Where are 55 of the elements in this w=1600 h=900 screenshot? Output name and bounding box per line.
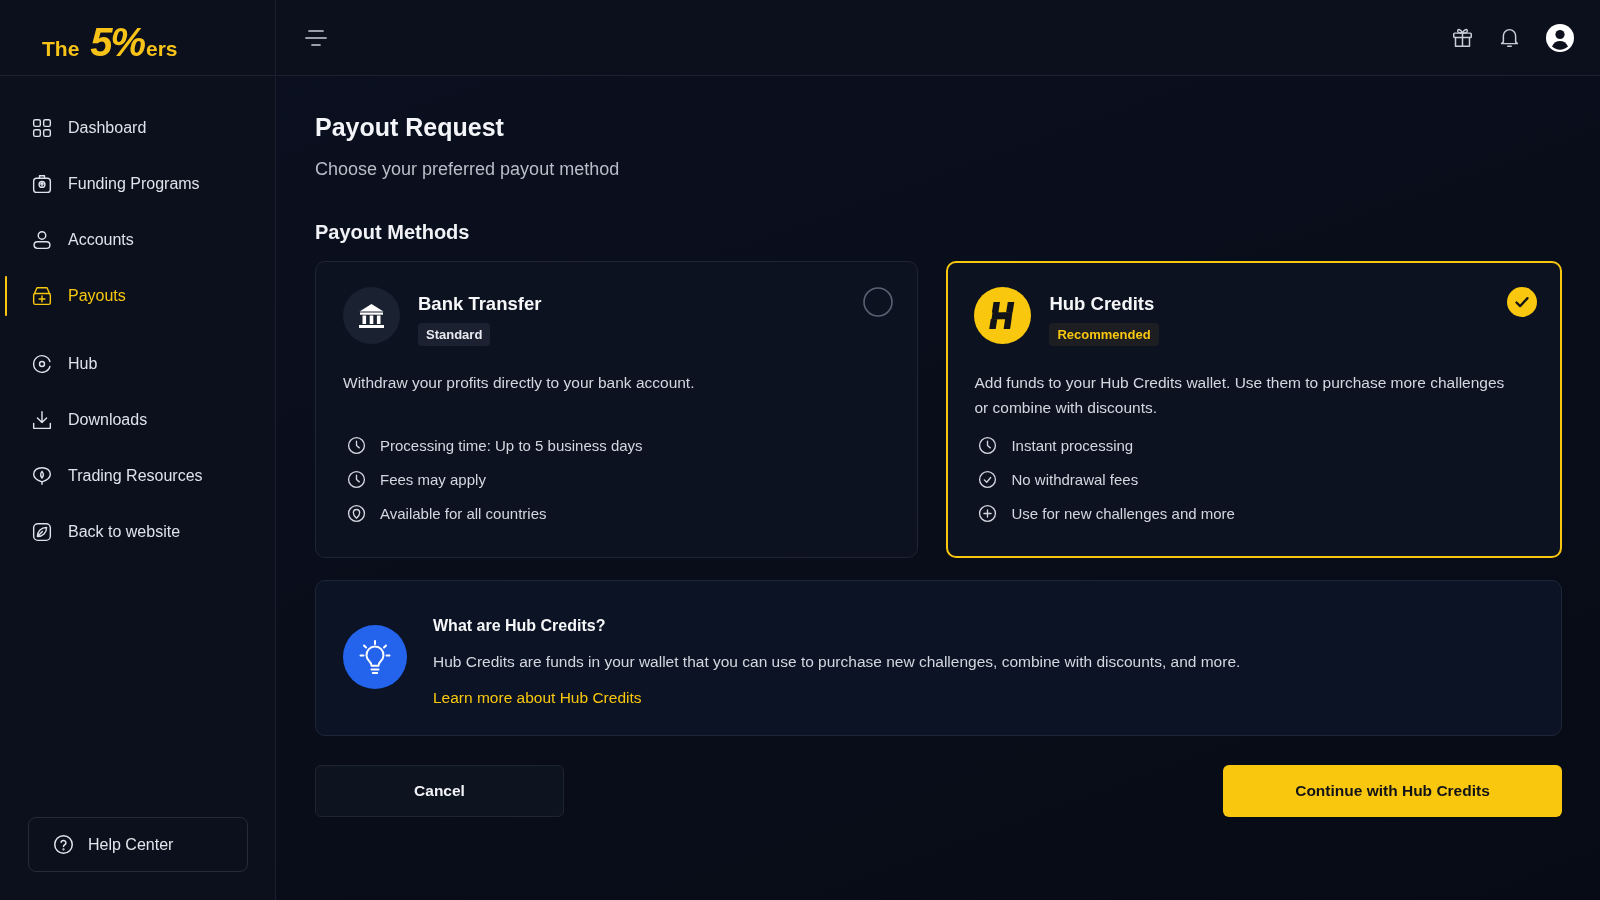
leaf-square-icon	[32, 522, 52, 542]
download-icon	[32, 410, 52, 430]
check-circle-icon	[978, 469, 998, 489]
feature-text: No withdrawal fees	[1011, 470, 1139, 488]
feature-text: Processing time: Up to 5 business days	[380, 436, 643, 454]
page-subtitle: Choose your preferred payout method	[315, 158, 621, 181]
continue-button[interactable]: Continue with Hub Credits	[1223, 765, 1562, 817]
grid-icon	[32, 118, 52, 138]
method-description: Withdraw your profits directly to your bank account.	[343, 373, 696, 393]
method-title: Hub Credits	[1049, 292, 1155, 316]
box-plus-icon	[32, 286, 52, 306]
radio-button[interactable]	[1507, 287, 1537, 317]
feature-text: Instant processing	[1011, 436, 1134, 454]
method-description: Add funds to your Hub Credits wallet. Use them to purchase more challenges or combine with discounts.	[974, 373, 1506, 418]
clock-icon	[347, 469, 366, 489]
method-badge: Recommended	[1049, 323, 1159, 346]
shield-leaf-icon	[32, 466, 52, 486]
learn-more-link[interactable]: Learn more about Hub Credits	[433, 686, 642, 710]
lightbulb-icon	[343, 625, 407, 689]
gift-icon[interactable]	[1452, 27, 1473, 48]
sidebar-item[interactable]: Dashboard	[0, 100, 275, 156]
feature-text: Use for new challenges and more	[1011, 504, 1235, 522]
sidebar-item[interactable]: Downloads	[0, 392, 275, 448]
info-text: Hub Credits are funds in your wallet that you can use to purchase new challenges, combine with discounts, and more.	[433, 652, 1241, 672]
box-arrow-up-icon	[32, 174, 52, 194]
sidebar-item[interactable]: Hub	[0, 336, 275, 392]
bell-icon[interactable]	[1499, 27, 1520, 48]
radio-button[interactable]	[863, 287, 894, 317]
sidebar-item[interactable]: Payouts	[0, 268, 275, 324]
brand-logo: The 5%ers	[42, 22, 178, 62]
payout-method-card[interactable]: Bank Transfer Standard Withdraw your profits directly to your bank account. Processing time: Up to 5 business days Fees may apply Available for all countries	[315, 261, 919, 558]
avatar-icon[interactable]	[1546, 23, 1574, 52]
sidebar-item[interactable]: Back to website	[0, 504, 275, 560]
method-badge: Standard	[418, 323, 491, 346]
cancel-button[interactable]: Cancel	[315, 765, 564, 817]
circle-dot-icon	[32, 354, 52, 374]
payout-method-card[interactable]: Hub Credits Recommended Add funds to your Hub Credits wallet. Use them to purchase more challenges or combine with discounts. Instant processing No withdrawal fees Use for new challenges and more	[946, 261, 1562, 558]
sidebar-item[interactable]: Accounts	[0, 212, 275, 268]
bank-icon	[343, 287, 400, 344]
section-heading: Payout Methods	[315, 220, 471, 245]
feature-text: Available for all countries	[380, 504, 547, 522]
feature-text: Fees may apply	[380, 470, 486, 488]
hub-logo-icon	[974, 287, 1032, 344]
help-icon	[53, 834, 74, 855]
sidebar-item[interactable]: Funding Programs	[0, 156, 275, 212]
help-center-button[interactable]: Help Center	[28, 817, 248, 872]
info-title: What are Hub Credits?	[433, 616, 606, 636]
sidebar-item[interactable]: Trading Resources	[0, 448, 275, 504]
plus-circle-icon	[978, 503, 998, 523]
method-title: Bank Transfer	[418, 292, 542, 316]
clock-icon	[978, 435, 998, 455]
clock-icon	[347, 435, 366, 455]
page-title: Payout Request	[315, 112, 505, 142]
pin-circle-icon	[347, 503, 366, 523]
user-icon	[32, 230, 52, 250]
